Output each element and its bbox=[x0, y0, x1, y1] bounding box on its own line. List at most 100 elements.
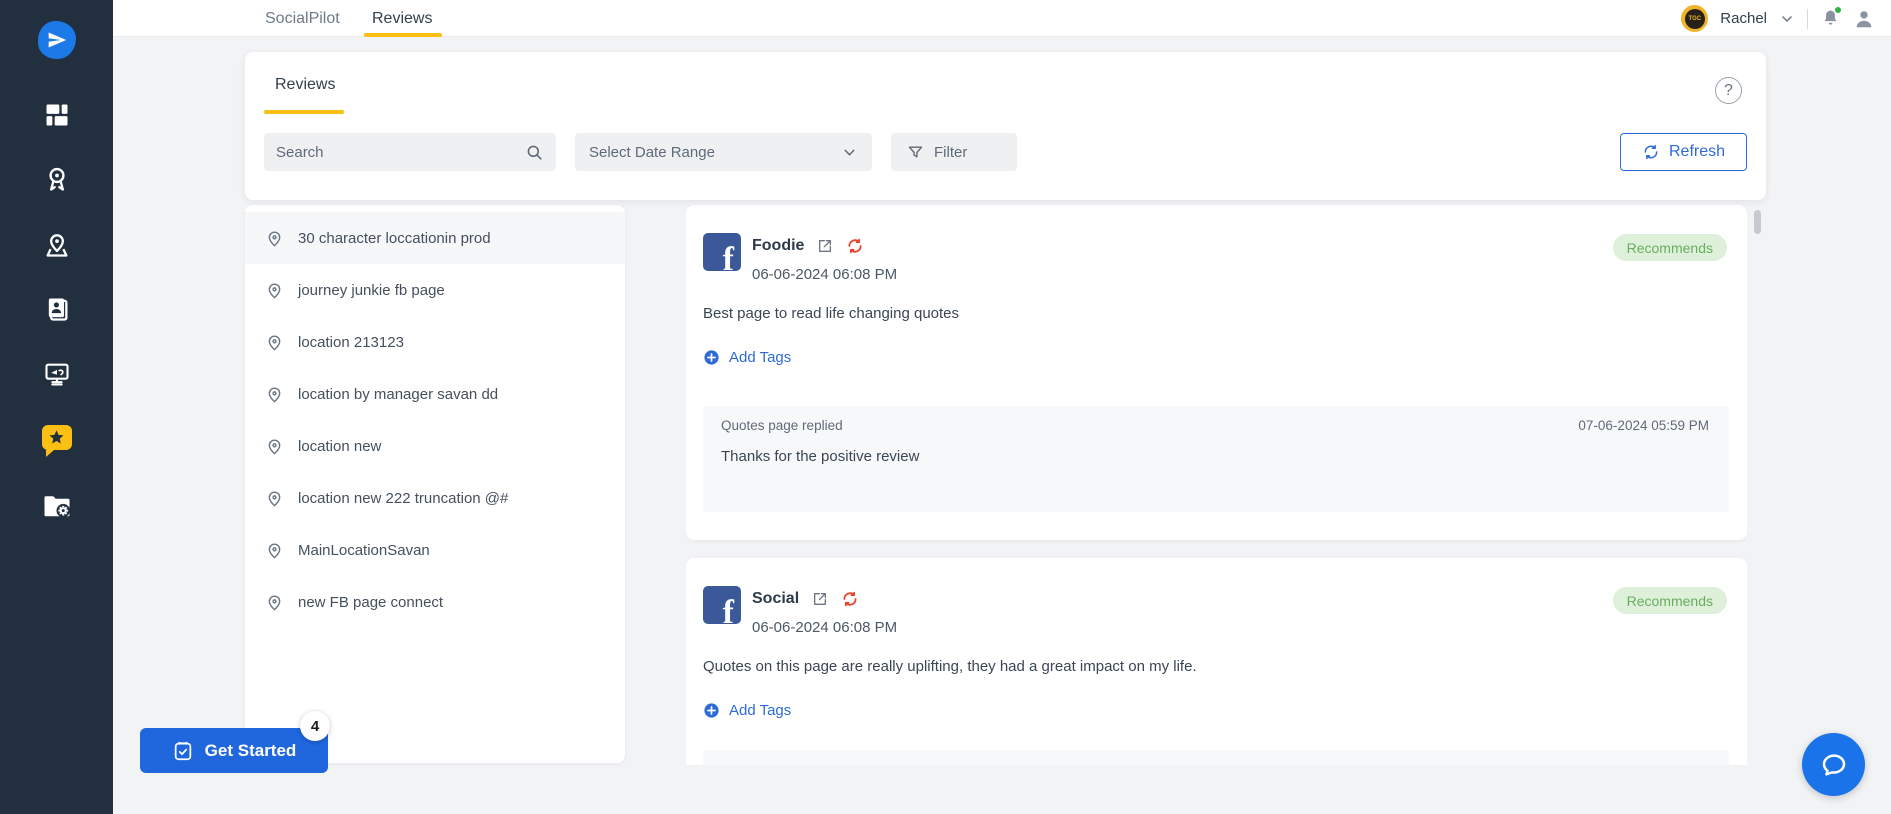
filter-button[interactable]: Filter bbox=[891, 133, 1017, 171]
add-tags-label: Add Tags bbox=[729, 702, 792, 719]
content-library-gear-icon bbox=[44, 496, 70, 518]
review-text: Best page to read life changing quotes bbox=[703, 305, 960, 322]
recommends-badge: Recommends bbox=[1612, 234, 1727, 261]
chevron-down-icon bbox=[844, 149, 855, 156]
sidebar-item-contacts[interactable] bbox=[0, 291, 113, 327]
toolbar-tab-reviews[interactable]: Reviews bbox=[275, 76, 335, 94]
sidebar-item-reviews[interactable] bbox=[0, 421, 113, 457]
chat-bubble-icon bbox=[1822, 753, 1845, 776]
location-item[interactable]: new FB page connect bbox=[245, 576, 625, 628]
location-pin-icon bbox=[268, 543, 281, 559]
toolbar-controls: Select Date Range Filter bbox=[264, 133, 1017, 171]
location-item[interactable]: location new 222 truncation @# bbox=[245, 472, 625, 524]
account-icon[interactable] bbox=[1853, 8, 1875, 30]
reply-datetime: 07-06-2024 05:59 PM bbox=[1578, 418, 1709, 433]
social-monitor-icon bbox=[44, 363, 69, 386]
refresh-button[interactable]: Refresh bbox=[1620, 133, 1747, 171]
location-pin-icon bbox=[268, 335, 281, 351]
avatar-monogram: TGC bbox=[1684, 8, 1705, 29]
filter-funnel-icon bbox=[908, 145, 923, 157]
get-started-label: Get Started bbox=[204, 740, 297, 760]
external-link-icon[interactable] bbox=[817, 238, 833, 254]
checklist-icon bbox=[174, 741, 191, 760]
add-tags-label: Add Tags bbox=[729, 349, 792, 366]
vertical-scrollbar[interactable] bbox=[1754, 210, 1761, 234]
refresh-label: Refresh bbox=[1668, 143, 1726, 160]
facebook-icon: f bbox=[703, 586, 741, 624]
location-item[interactable]: location new bbox=[245, 420, 625, 472]
location-pin-icon bbox=[268, 231, 281, 247]
get-started-count-badge: 4 bbox=[300, 711, 330, 741]
brand-award-icon bbox=[48, 167, 65, 191]
review-reply-box: Quotes page replied 07-06-2024 05:59 PM … bbox=[703, 406, 1729, 512]
reviews-toolbar-card: Reviews ? Select Date Range Filter Refre… bbox=[245, 52, 1766, 200]
review-page-name: Social bbox=[752, 590, 800, 607]
review-card: f Foodie 06-06-2024 06:08 PM Recommends … bbox=[686, 205, 1747, 540]
location-label: location 213123 bbox=[298, 333, 404, 351]
user-cluster: TGC Rachel bbox=[1681, 0, 1875, 37]
review-text: Quotes on this page are really uplifting… bbox=[703, 658, 1197, 675]
location-label: journey junkie fb page bbox=[298, 281, 445, 299]
plus-circle-icon bbox=[704, 703, 719, 718]
socialpilot-logo[interactable] bbox=[0, 21, 113, 59]
add-tags-button[interactable]: Add Tags bbox=[703, 702, 791, 719]
app-sidebar bbox=[0, 0, 113, 814]
location-pin-icon bbox=[268, 283, 281, 299]
location-label: location new bbox=[298, 437, 382, 455]
location-item[interactable]: 30 character loccationin prod bbox=[245, 212, 625, 264]
review-list: f Foodie 06-06-2024 06:08 PM Recommends … bbox=[686, 205, 1747, 765]
location-item[interactable]: location 213123 bbox=[245, 316, 625, 368]
sidebar-item-social-monitor[interactable] bbox=[0, 356, 113, 392]
plus-circle-icon bbox=[704, 350, 719, 365]
recommends-badge: Recommends bbox=[1612, 587, 1727, 614]
sync-review-icon[interactable] bbox=[846, 237, 864, 255]
reply-text: Thanks for the positive review bbox=[721, 448, 920, 465]
tab-reviews[interactable]: Reviews bbox=[363, 0, 444, 37]
help-label: ? bbox=[1724, 81, 1733, 99]
location-label: 30 character loccationin prod bbox=[298, 229, 491, 247]
sidebar-item-brand-award[interactable] bbox=[0, 161, 113, 197]
dashboard-icon bbox=[46, 104, 67, 126]
location-label: location new 222 truncation @# bbox=[298, 489, 509, 507]
date-range-select[interactable]: Select Date Range bbox=[575, 133, 872, 171]
search-input[interactable] bbox=[276, 143, 525, 161]
filter-label: Filter bbox=[934, 143, 968, 161]
location-item[interactable]: location by manager savan dd bbox=[245, 368, 625, 420]
notifications-button[interactable] bbox=[1820, 6, 1842, 29]
paper-plane-icon bbox=[37, 21, 76, 59]
location-label: MainLocationSavan bbox=[298, 541, 430, 559]
notification-dot bbox=[1834, 6, 1842, 14]
avatar[interactable]: TGC bbox=[1681, 5, 1709, 32]
contacts-icon bbox=[48, 298, 67, 321]
review-datetime: 06-06-2024 06:08 PM bbox=[752, 619, 898, 636]
chevron-down-icon[interactable] bbox=[1779, 11, 1795, 27]
active-tab-underline bbox=[264, 110, 344, 114]
review-card: f Social 06-06-2024 06:08 PM Recommends … bbox=[686, 558, 1747, 765]
tab-socialpilot-label: SocialPilot bbox=[265, 9, 340, 27]
chat-launcher-button[interactable] bbox=[1802, 733, 1865, 796]
sidebar-item-content-library[interactable] bbox=[0, 487, 113, 523]
get-started-button[interactable]: Get Started bbox=[140, 728, 328, 773]
toolbar-tab-label: Reviews bbox=[275, 76, 336, 93]
location-item[interactable]: MainLocationSavan bbox=[245, 524, 625, 576]
review-page-name: Foodie bbox=[752, 237, 805, 254]
search-icon[interactable] bbox=[525, 143, 544, 162]
location-pin-icon bbox=[268, 387, 281, 403]
review-reply-box bbox=[703, 750, 1729, 765]
location-label: location by manager savan dd bbox=[298, 385, 499, 403]
top-navigation-bar: SocialPilot Reviews TGC Rachel bbox=[113, 0, 1891, 37]
external-link-icon[interactable] bbox=[812, 591, 828, 607]
location-item[interactable]: journey junkie fb page bbox=[245, 264, 625, 316]
locations-icon bbox=[46, 234, 68, 257]
location-pin-icon bbox=[268, 439, 281, 455]
search-box bbox=[264, 133, 556, 171]
add-tags-button[interactable]: Add Tags bbox=[703, 349, 791, 366]
location-pin-icon bbox=[268, 491, 281, 507]
user-name[interactable]: Rachel bbox=[1720, 10, 1767, 27]
sidebar-item-locations[interactable] bbox=[0, 227, 113, 263]
locations-panel: 30 character loccationin prod journey ju… bbox=[245, 205, 625, 763]
sync-review-icon[interactable] bbox=[841, 590, 859, 608]
sidebar-item-dashboard[interactable] bbox=[0, 97, 113, 133]
help-button[interactable]: ? bbox=[1715, 77, 1742, 104]
tab-socialpilot[interactable]: SocialPilot bbox=[265, 0, 340, 37]
